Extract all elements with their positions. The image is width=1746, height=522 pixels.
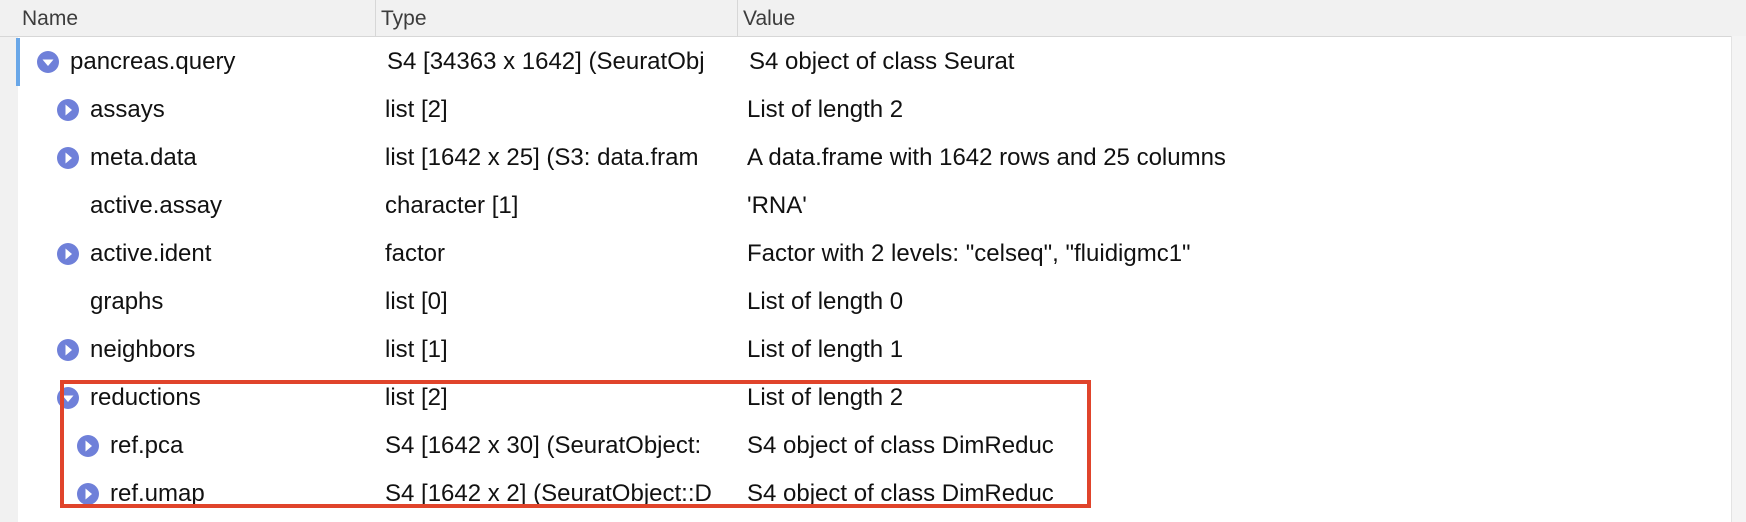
tree-row-value: S4 object of class DimReduc (747, 432, 1054, 459)
tree-row-value: List of length 2 (747, 96, 904, 123)
column-header-value[interactable]: Value (739, 0, 1729, 36)
tree-row-type: S4 [34363 x 1642] (SeuratObj (387, 48, 705, 75)
tree-row-type: list [0] (385, 288, 448, 315)
tree-row-name: active.assay (90, 192, 223, 219)
tree-row-assays[interactable]: assays list [2] List of length 2 (18, 86, 1731, 134)
tree-row-graphs[interactable]: graphs list [0] List of length 0 (18, 278, 1731, 326)
chevron-down-icon[interactable] (36, 50, 60, 74)
tree-row-name: active.ident (90, 240, 212, 267)
tree-row-ref-umap[interactable]: ref.umap S4 [1642 x 2] (SeuratObject::D … (18, 470, 1731, 518)
tree-row-name: ref.umap (110, 480, 205, 507)
tree-row-neighbors[interactable]: neighbors list [1] List of length 1 (18, 326, 1731, 374)
tree-row-value: List of length 1 (747, 336, 904, 363)
tree-row-name: ref.pca (110, 432, 184, 459)
column-header: Name Type Value (0, 0, 1746, 37)
tree-row-active-assay[interactable]: active.assay character [1] 'RNA' (18, 182, 1731, 230)
tree-row-type: character [1] (385, 192, 519, 219)
tree-row-value: S4 object of class Seurat (749, 48, 1015, 75)
column-header-name[interactable]: Name (18, 0, 376, 36)
tree-row-name: neighbors (90, 336, 196, 363)
tree-row-type: S4 [1642 x 2] (SeuratObject::D (385, 480, 712, 507)
tree-row-active-ident[interactable]: active.ident factor Factor with 2 levels… (18, 230, 1731, 278)
tree-row-meta-data[interactable]: meta.data list [1642 x 25] (S3: data.fra… (18, 134, 1731, 182)
vertical-scrollbar-track[interactable] (1731, 36, 1746, 522)
chevron-right-icon[interactable] (56, 98, 80, 122)
tree-row-reductions[interactable]: reductions list [2] List of length 2 (18, 374, 1731, 422)
tree-row-value: 'RNA' (747, 192, 807, 219)
tree-row-type: list [1] (385, 336, 448, 363)
tree-row-value: Factor with 2 levels: "celseq", "fluidig… (747, 240, 1191, 267)
chevron-right-icon[interactable] (56, 146, 80, 170)
tree-row-type: S4 [1642 x 30] (SeuratObject: (385, 432, 702, 459)
tree-row-name: meta.data (90, 144, 197, 171)
tree-row-type: list [1642 x 25] (S3: data.fram (385, 144, 699, 171)
tree-row-name: pancreas.query (70, 48, 236, 75)
chevron-right-icon[interactable] (56, 338, 80, 362)
chevron-right-icon[interactable] (56, 242, 80, 266)
tree-row-value: A data.frame with 1642 rows and 25 colum… (747, 144, 1226, 171)
tree-row-ref-pca[interactable]: ref.pca S4 [1642 x 30] (SeuratObject: S4… (18, 422, 1731, 470)
tree-row-type: list [2] (385, 96, 448, 123)
chevron-right-icon[interactable] (76, 482, 100, 506)
tree-row-value: S4 object of class DimReduc (747, 480, 1054, 507)
tree-row-value: List of length 0 (747, 288, 904, 315)
tree-row-pancreas-query[interactable]: pancreas.query S4 [34363 x 1642] (Seurat… (16, 38, 1731, 86)
chevron-down-icon[interactable] (56, 386, 80, 410)
tree-row-name: assays (90, 96, 165, 123)
tree-row-name: graphs (90, 288, 164, 315)
tree-row-value: List of length 2 (747, 384, 904, 411)
column-header-type[interactable]: Type (377, 0, 738, 36)
chevron-right-icon[interactable] (76, 434, 100, 458)
tree-row-name: reductions (90, 384, 201, 411)
object-tree: pancreas.query S4 [34363 x 1642] (Seurat… (16, 38, 1731, 518)
tree-row-type: list [2] (385, 384, 448, 411)
tree-row-type: factor (385, 240, 446, 267)
